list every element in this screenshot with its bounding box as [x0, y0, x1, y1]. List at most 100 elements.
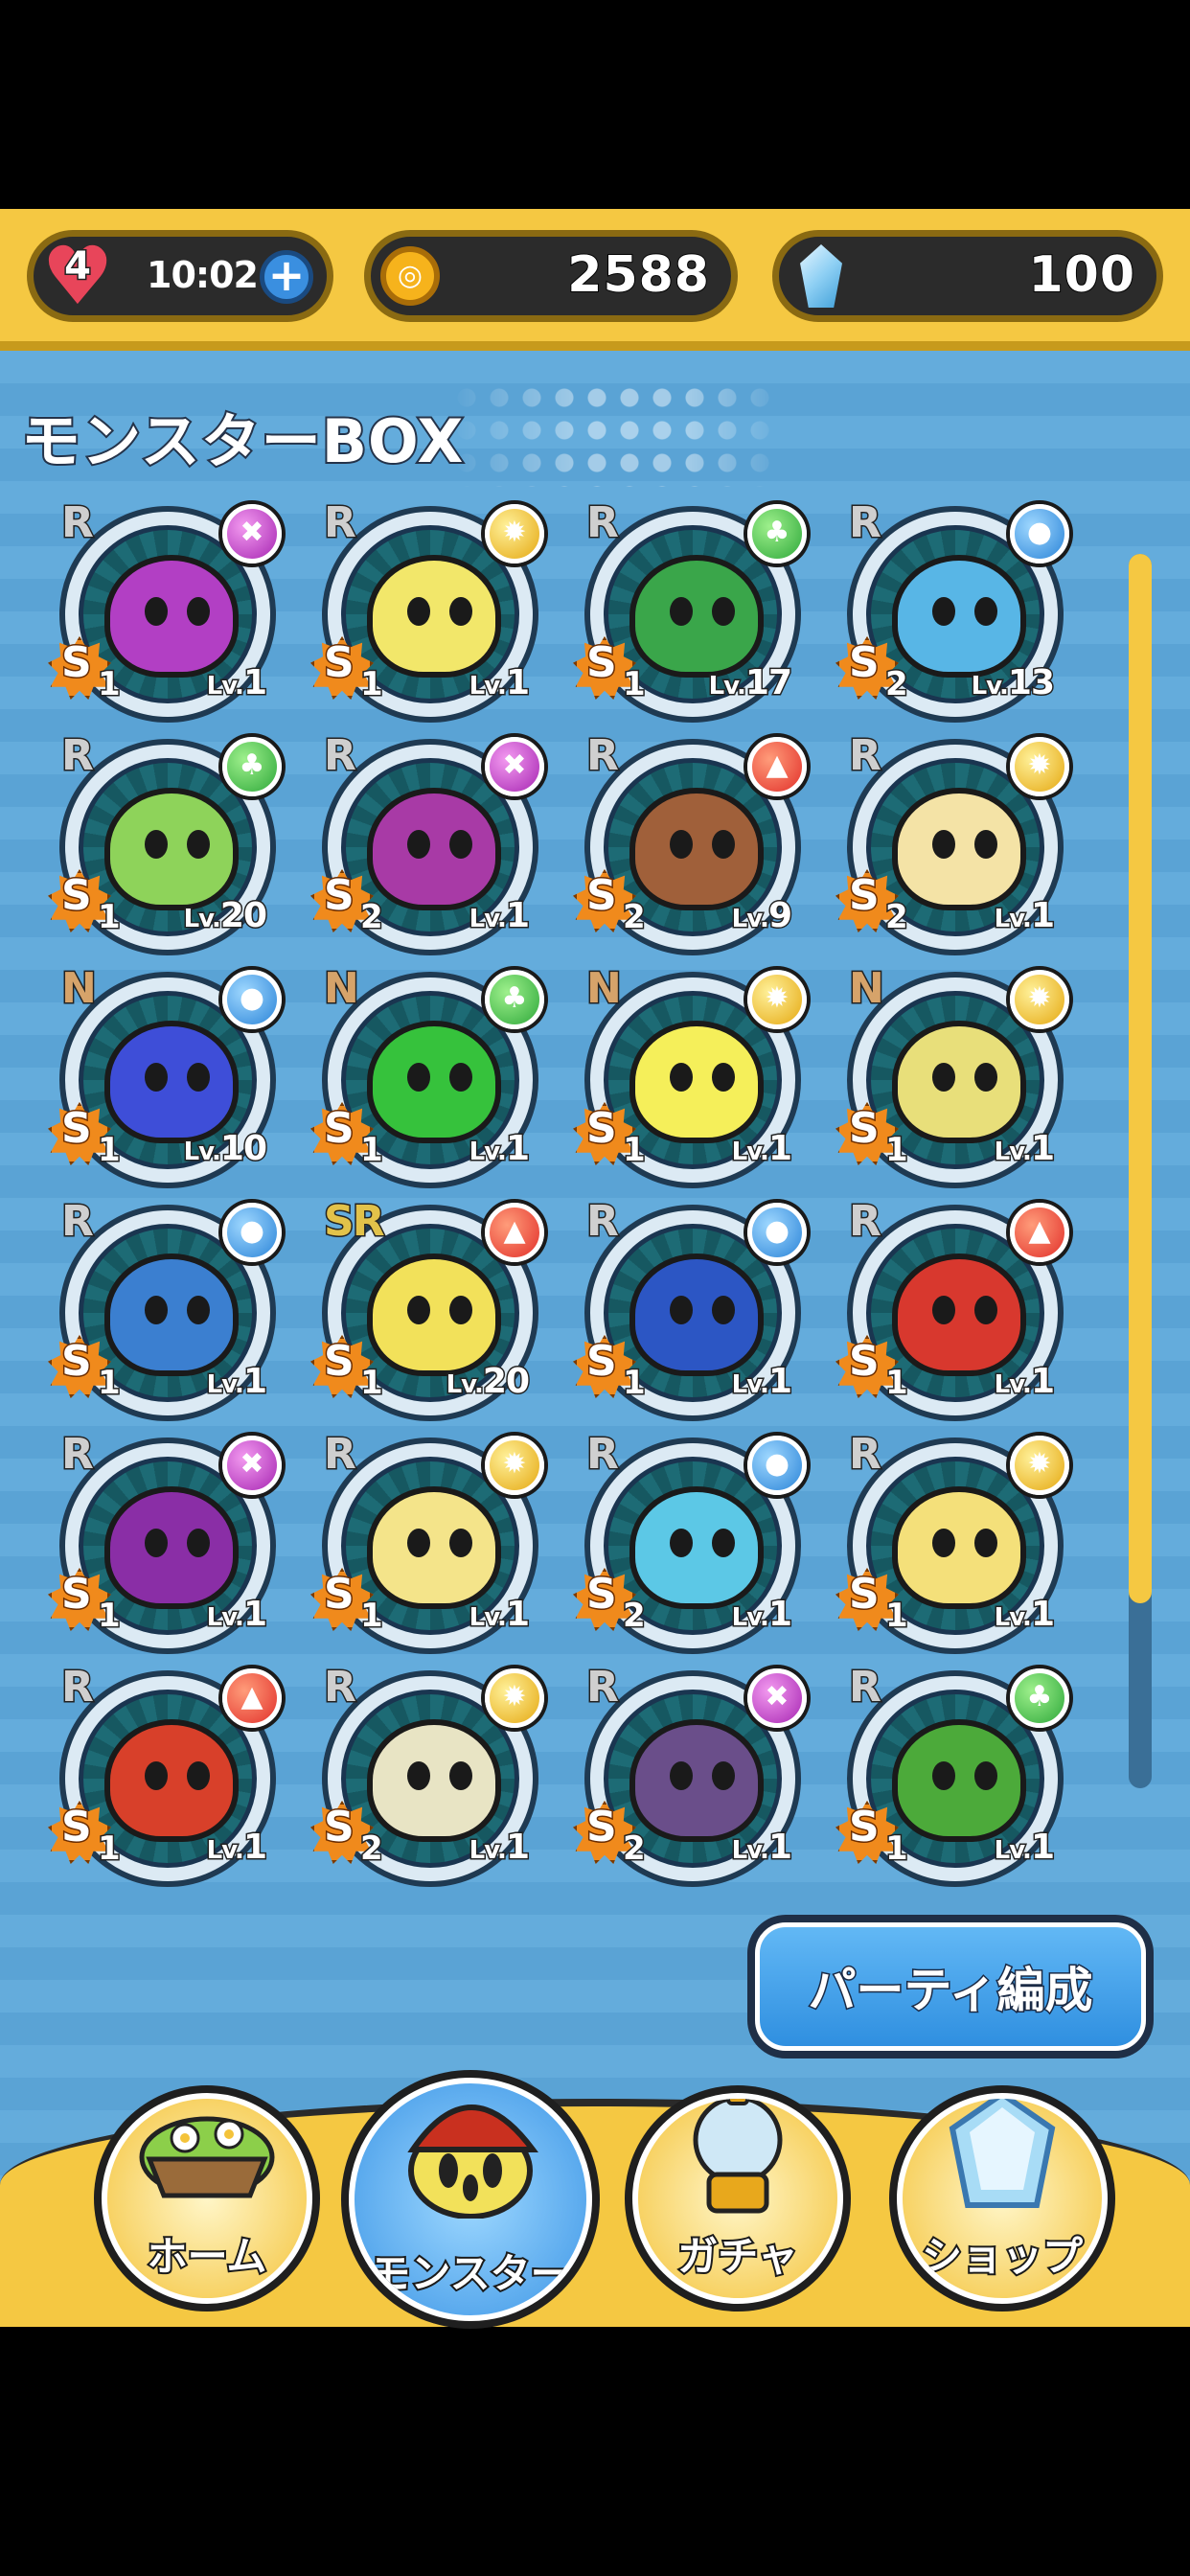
water-element-icon: ● — [222, 1203, 282, 1262]
monster-card[interactable]: R ♣ S 1 Lv.17 — [573, 497, 812, 724]
wood-element-icon: ♣ — [485, 970, 544, 1029]
add-stamina-button[interactable]: + — [260, 250, 313, 304]
nav-monster-button[interactable]: モンスター — [341, 2070, 600, 2329]
monster-card[interactable]: R ▲ S 1 Lv.1 — [835, 1196, 1075, 1423]
monster-body — [367, 1719, 501, 1842]
level-prefix: Lv. — [468, 904, 508, 935]
fire-element-icon: ▲ — [1010, 1203, 1069, 1262]
level-label: Lv.20 — [182, 895, 268, 937]
monster-card[interactable]: R ✹ S 1 Lv.1 — [835, 1429, 1075, 1656]
star-letter: S — [323, 1336, 356, 1388]
monster-eyes — [401, 1529, 478, 1557]
monster-card[interactable]: R ✹ S 2 Lv.1 — [310, 1662, 550, 1889]
level-prefix: Lv. — [730, 1137, 770, 1168]
nav-shop-label: ショップ — [920, 2231, 1085, 2282]
monster-body — [367, 555, 501, 678]
star-count: 1 — [622, 664, 648, 705]
monster-card[interactable]: R ✖ S 2 Lv.1 — [573, 1662, 812, 1889]
monster-card[interactable]: SR ▲ S 1 Lv.20 — [310, 1196, 550, 1423]
monster-card[interactable]: R ● S 2 Lv.1 — [573, 1429, 812, 1656]
level-value: 1 — [767, 1827, 793, 1869]
level-label: Lv.1 — [993, 1594, 1056, 1636]
top-status-bar: ♥ 4 10:02 + ◎ 2588 100 — [0, 209, 1190, 351]
water-element-icon: ● — [1010, 504, 1069, 564]
gacha-machine-icon — [680, 2099, 795, 2219]
life-count: 4 — [63, 243, 93, 290]
monster-card[interactable]: R ✖ S 1 Lv.1 — [48, 1429, 287, 1656]
monster-card[interactable]: N ✹ S 1 Lv.1 — [835, 963, 1075, 1190]
monster-eyes — [664, 1063, 741, 1092]
monster-eyes — [139, 1296, 216, 1324]
star-count: 1 — [97, 1596, 123, 1637]
monster-eyes — [401, 1296, 478, 1324]
stamina-timer: 10:02 — [147, 254, 259, 296]
monster-eyes — [664, 1761, 741, 1790]
monster-card[interactable]: R ● S 1 Lv.1 — [48, 1196, 287, 1423]
gem-icon — [800, 244, 842, 308]
fire-element-icon: ▲ — [222, 1668, 282, 1728]
monster-card[interactable]: R ✹ S 2 Lv.1 — [835, 730, 1075, 957]
level-label: Lv.17 — [707, 662, 793, 704]
monster-eyes — [927, 1063, 1003, 1092]
light-element-icon: ✹ — [485, 1668, 544, 1728]
level-label: Lv.13 — [970, 662, 1056, 704]
level-value: 10 — [218, 1128, 268, 1170]
dark-element-icon: ✖ — [747, 1668, 807, 1728]
gem-panel[interactable]: 100 — [772, 230, 1163, 322]
nav-shop-button[interactable]: ショップ — [889, 2085, 1115, 2312]
shop-crystal-icon — [945, 2099, 1060, 2219]
monster-card[interactable]: R ✹ S 1 Lv.1 — [310, 497, 550, 724]
monster-card[interactable]: N ✹ S 1 Lv.1 — [573, 963, 812, 1190]
monster-body — [629, 1486, 764, 1609]
gem-count: 100 — [1027, 245, 1135, 305]
scrollbar-thumb[interactable] — [1129, 554, 1152, 1603]
monster-body — [892, 1254, 1026, 1376]
monster-eyes — [927, 1529, 1003, 1557]
light-element-icon: ✹ — [1010, 737, 1069, 796]
monster-card[interactable]: R ♣ S 1 Lv.1 — [835, 1662, 1075, 1889]
monster-card[interactable]: R ✖ S 1 Lv.1 — [48, 497, 287, 724]
level-value: 1 — [1029, 1361, 1056, 1403]
level-value: 1 — [504, 1827, 531, 1869]
monster-card[interactable]: R ▲ S 1 Lv.1 — [48, 1662, 287, 1889]
star-letter: S — [60, 637, 94, 689]
scrollbar-track[interactable] — [1129, 554, 1152, 1788]
star-count: 2 — [622, 1828, 648, 1870]
level-prefix: Lv. — [468, 1602, 508, 1634]
monster-card[interactable]: R ● S 2 Lv.13 — [835, 497, 1075, 724]
star-letter: S — [585, 1103, 619, 1155]
star-count: 2 — [359, 897, 385, 938]
monster-card[interactable]: R ✹ S 1 Lv.1 — [310, 1429, 550, 1656]
monster-body — [104, 1021, 239, 1143]
monster-body — [629, 1254, 764, 1376]
star-letter: S — [848, 1336, 881, 1388]
star-count: 1 — [884, 1596, 910, 1637]
monster-card[interactable]: N ● S 1 Lv.10 — [48, 963, 287, 1190]
monster-card[interactable]: R ♣ S 1 Lv.20 — [48, 730, 287, 957]
level-value: 17 — [744, 662, 793, 704]
level-value: 9 — [767, 895, 793, 937]
monster-body — [892, 788, 1026, 910]
party-formation-button[interactable]: パーティ編成 — [747, 1915, 1154, 2058]
level-value: 1 — [241, 1827, 268, 1869]
nav-home-button[interactable]: ホーム — [94, 2085, 320, 2312]
level-value: 1 — [1029, 1827, 1056, 1869]
star-letter: S — [848, 870, 881, 922]
monster-eyes — [401, 597, 478, 626]
nav-gacha-button[interactable]: ガチャ — [625, 2085, 851, 2312]
rarity-label: R — [585, 497, 621, 549]
level-label: Lv.1 — [993, 1128, 1056, 1170]
level-prefix: Lv. — [993, 904, 1033, 935]
monster-body — [367, 788, 501, 910]
star-count: 1 — [97, 1828, 123, 1870]
level-value: 1 — [767, 1128, 793, 1170]
level-value: 1 — [504, 662, 531, 704]
star-letter: S — [60, 1569, 94, 1621]
light-element-icon: ✹ — [1010, 970, 1069, 1029]
monster-card[interactable]: R ▲ S 2 Lv.9 — [573, 730, 812, 957]
level-label: Lv.1 — [730, 1594, 793, 1636]
monster-card[interactable]: R ● S 1 Lv.1 — [573, 1196, 812, 1423]
monster-card[interactable]: R ✖ S 2 Lv.1 — [310, 730, 550, 957]
monster-body — [892, 1486, 1026, 1609]
monster-card[interactable]: N ♣ S 1 Lv.1 — [310, 963, 550, 1190]
